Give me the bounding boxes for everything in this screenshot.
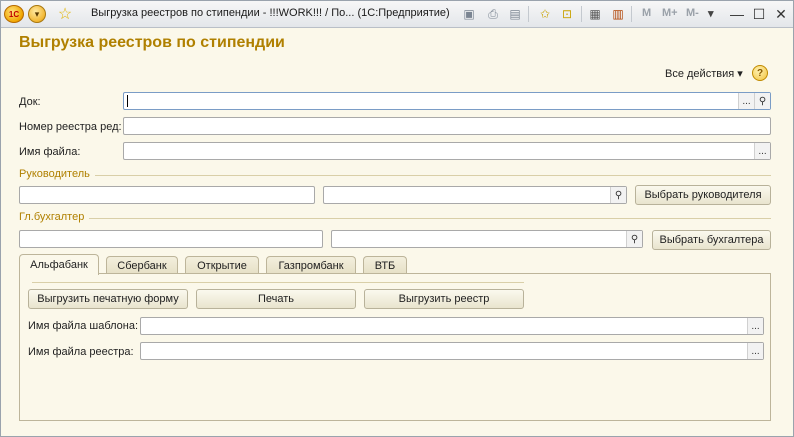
window-title: Выгрузка реестров по стипендии - !!!WORK… xyxy=(91,7,450,19)
registry-file-field[interactable]: ... xyxy=(140,342,764,360)
doc-input[interactable] xyxy=(124,93,770,109)
registry-file-input[interactable] xyxy=(141,343,763,359)
file-name-field[interactable]: ... xyxy=(123,142,771,160)
close-icon[interactable]: ✕ xyxy=(771,4,791,24)
memory-minus-button[interactable]: M- xyxy=(686,7,699,19)
doc-search-icon[interactable]: ⚲ xyxy=(754,93,770,109)
help-icon[interactable]: ? xyxy=(752,65,768,81)
manager-divider xyxy=(95,175,771,176)
memory-plus-button[interactable]: M+ xyxy=(662,7,678,19)
template-file-label: Имя файла шаблона: xyxy=(28,320,139,332)
select-manager-button[interactable]: Выбрать руководителя xyxy=(635,185,771,205)
doc-label: Док: xyxy=(19,96,41,108)
accountant-divider xyxy=(89,218,771,219)
accountant-name-field[interactable] xyxy=(19,230,323,248)
more-dropdown-icon[interactable]: ▾ xyxy=(708,7,714,20)
manager-search-icon[interactable]: ⚲ xyxy=(610,187,626,203)
memory-m-button[interactable]: M xyxy=(642,7,651,19)
template-file-input[interactable] xyxy=(141,318,763,334)
manager-select-field[interactable]: ⚲ xyxy=(323,186,627,204)
preview-icon[interactable]: ▤ xyxy=(507,6,523,22)
registry-file-label: Имя файла реестра: xyxy=(28,346,134,358)
registry-file-select-button[interactable]: ... xyxy=(747,343,763,359)
export-registry-button[interactable]: Выгрузить реестр xyxy=(364,289,524,309)
panel-divider xyxy=(32,282,524,283)
file-name-input[interactable] xyxy=(124,143,770,159)
maximize-icon[interactable]: ☐ xyxy=(749,4,769,24)
doc-select-button[interactable]: ... xyxy=(738,93,754,109)
tab-alfabank[interactable]: Альфабанк xyxy=(19,254,99,275)
tab-vtb[interactable]: ВТБ xyxy=(363,256,407,274)
registry-number-field[interactable] xyxy=(123,117,771,135)
page-title: Выгрузка реестров по стипендии xyxy=(19,34,285,51)
favorites-star-icon[interactable]: ☆ xyxy=(56,5,74,23)
manager-name-field[interactable] xyxy=(19,186,315,204)
tab-gazprombank[interactable]: Газпромбанк xyxy=(266,256,356,274)
link-icon[interactable]: ⊡ xyxy=(559,6,575,22)
add-favorites-icon[interactable]: ✩ xyxy=(537,6,553,22)
accountant-select-field[interactable]: ⚲ xyxy=(331,230,643,248)
manager-select-input[interactable] xyxy=(324,187,626,203)
registry-number-label: Номер реестра ред: xyxy=(19,121,122,133)
accountant-select-input[interactable] xyxy=(332,231,642,247)
tab-otkrytie[interactable]: Открытие xyxy=(185,256,259,274)
accountant-name-input[interactable] xyxy=(20,231,322,247)
app-window: 1С ▾ ☆ Выгрузка реестров по стипендии - … xyxy=(0,0,794,437)
file-name-label: Имя файла: xyxy=(19,146,81,158)
1c-logo-icon[interactable]: 1С xyxy=(4,5,24,23)
tab-sberbank[interactable]: Сбербанк xyxy=(106,256,178,274)
select-accountant-button[interactable]: Выбрать бухгалтера xyxy=(652,230,771,250)
template-file-field[interactable]: ... xyxy=(140,317,764,335)
print-button[interactable]: Печать xyxy=(196,289,356,309)
doc-field[interactable]: ... ⚲ xyxy=(123,92,771,110)
registry-number-input[interactable] xyxy=(124,118,770,134)
accountant-group-title: Гл.бухгалтер xyxy=(19,211,85,223)
minimize-icon[interactable]: — xyxy=(727,4,747,24)
file-name-select-button[interactable]: ... xyxy=(754,143,770,159)
export-print-form-button[interactable]: Выгрузить печатную форму xyxy=(28,289,188,309)
manager-group-title: Руководитель xyxy=(19,168,90,180)
title-bar: 1С ▾ ☆ Выгрузка реестров по стипендии - … xyxy=(1,1,793,28)
accountant-search-icon[interactable]: ⚲ xyxy=(626,231,642,247)
calendar-icon[interactable]: ▥ xyxy=(610,6,626,22)
print-icon[interactable]: ⎙ xyxy=(485,6,501,22)
all-actions-menu[interactable]: Все действия ▾ xyxy=(665,67,743,80)
manager-name-input[interactable] xyxy=(20,187,314,203)
calculator-icon[interactable]: ▦ xyxy=(587,6,603,22)
template-file-select-button[interactable]: ... xyxy=(747,318,763,334)
save-icon[interactable]: ▣ xyxy=(461,6,477,22)
main-menu-icon[interactable]: ▾ xyxy=(28,5,46,23)
tab-panel-alfabank: Выгрузить печатную форму Печать Выгрузит… xyxy=(19,273,771,421)
